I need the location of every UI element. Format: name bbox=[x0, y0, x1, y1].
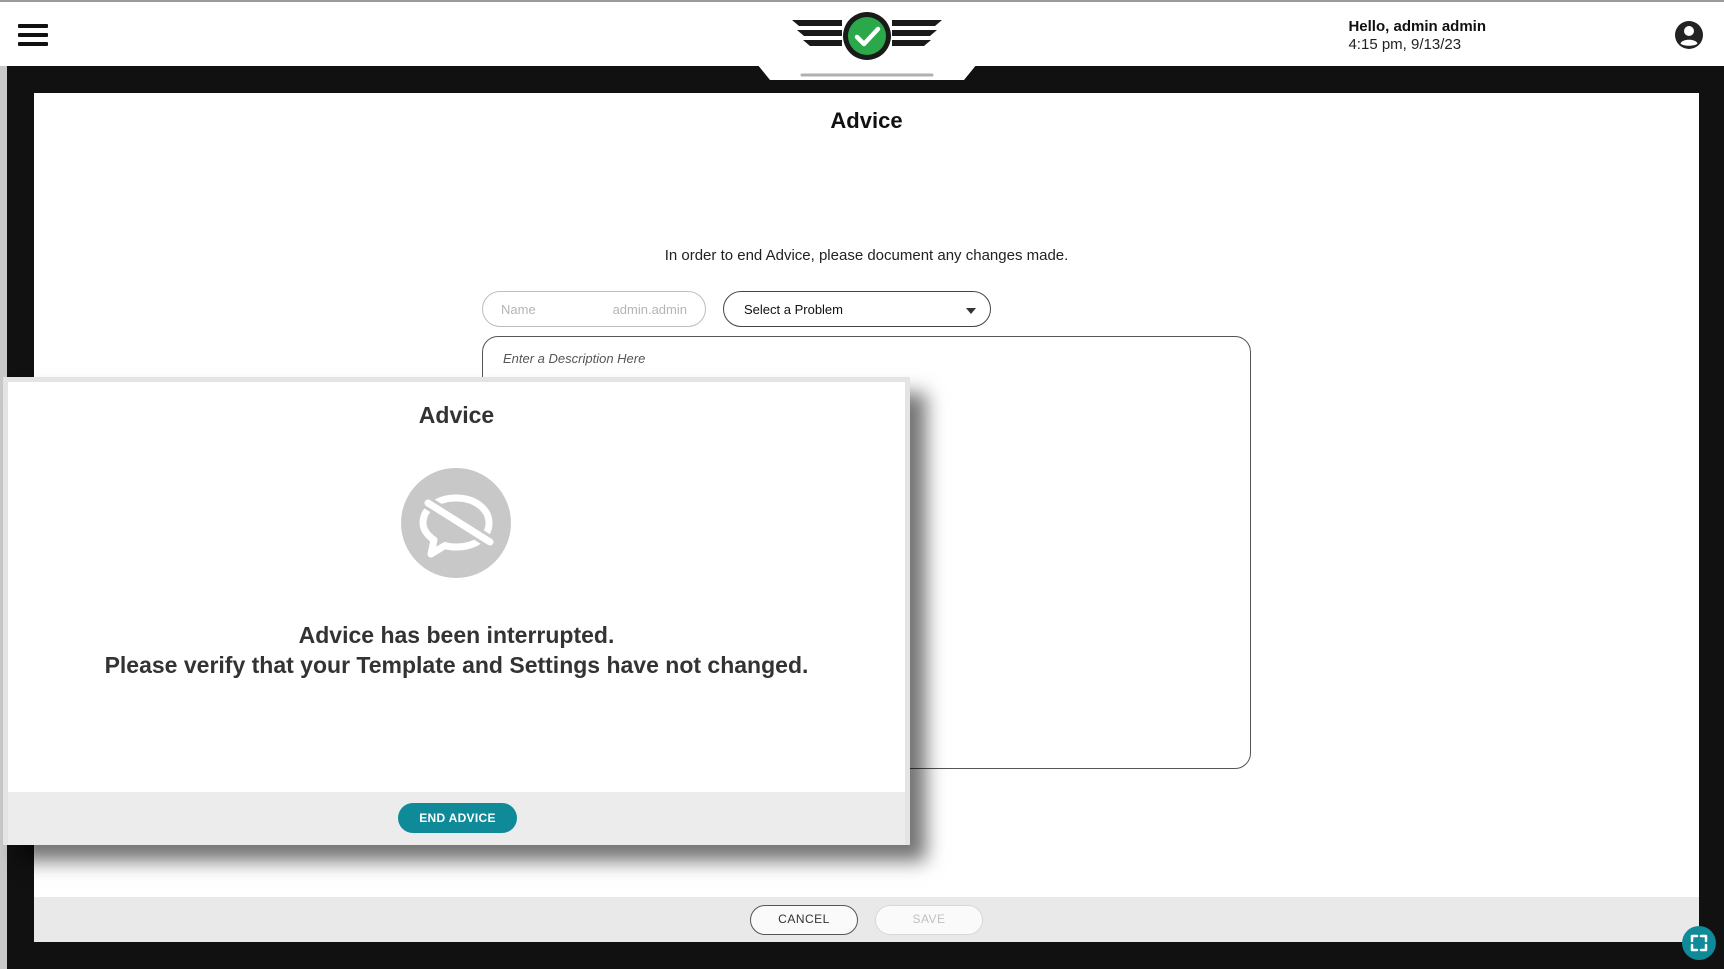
name-field[interactable]: Name admin.admin bbox=[482, 291, 706, 327]
problem-select[interactable]: Select a Problem bbox=[723, 291, 991, 327]
chat-off-icon bbox=[401, 468, 511, 578]
dialog-title: Advice bbox=[418, 402, 495, 428]
name-field-value: admin.admin bbox=[612, 301, 687, 317]
chevron-down-icon bbox=[966, 308, 976, 314]
dialog-message-line1: Advice has been interrupted. bbox=[298, 622, 615, 648]
page-title: Advice bbox=[830, 108, 903, 133]
end-advice-button[interactable]: END ADVICE bbox=[398, 803, 517, 833]
instruction-text: In order to end Advice, please document … bbox=[664, 247, 1069, 264]
fullscreen-icon[interactable] bbox=[1682, 926, 1716, 960]
user-info: Hello, admin admin 4:15 pm, 9/13/23 bbox=[1348, 18, 1486, 53]
panel-footer: CANCEL SAVE bbox=[34, 897, 1699, 942]
save-button[interactable]: SAVE bbox=[875, 905, 983, 935]
name-field-label: Name bbox=[501, 301, 536, 317]
current-time: 4:15 pm, 9/13/23 bbox=[1348, 36, 1462, 53]
dialog-message-line2: Please verify that your Template and Set… bbox=[104, 652, 809, 678]
cancel-button[interactable]: CANCEL bbox=[750, 905, 858, 935]
dialog-footer: END ADVICE bbox=[8, 792, 905, 845]
dialog-message: Advice has been interrupted. Please veri… bbox=[8, 620, 905, 680]
problem-select-value: Select a Problem bbox=[744, 301, 843, 317]
hamburger-menu-icon[interactable] bbox=[18, 24, 48, 48]
advice-interrupted-dialog: Advice Advice has been interrupted. Plea… bbox=[3, 377, 910, 845]
app-logo bbox=[757, 2, 977, 80]
user-greeting: Hello, admin admin bbox=[1348, 18, 1486, 35]
user-account-icon[interactable] bbox=[1674, 20, 1704, 50]
description-placeholder: Enter a Description Here bbox=[503, 351, 646, 366]
top-bar: Hello, admin admin 4:15 pm, 9/13/23 bbox=[0, 0, 1724, 80]
